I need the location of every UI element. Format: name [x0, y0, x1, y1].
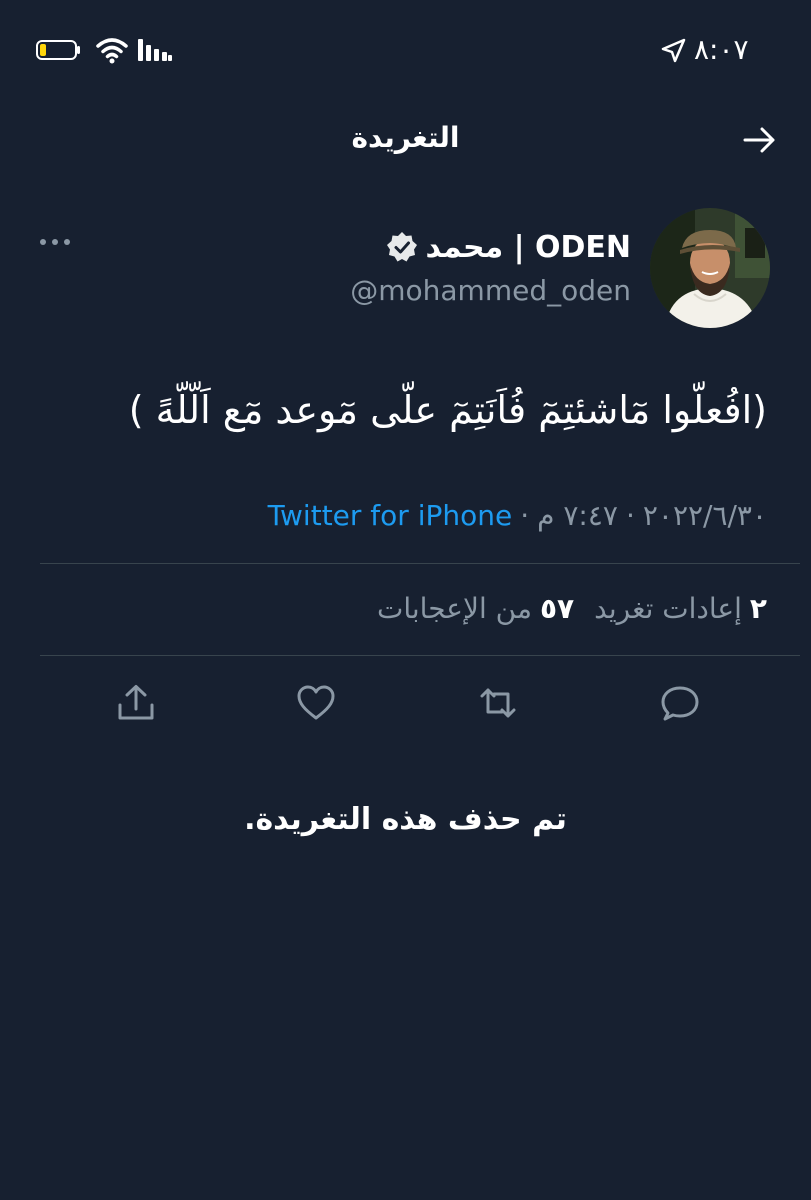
page-title: التغريدة	[351, 121, 460, 154]
share-icon[interactable]	[116, 683, 156, 723]
likes-count[interactable]: ٥٧	[540, 592, 574, 625]
verified-badge-icon	[386, 232, 417, 262]
tweet-stats: ٢ إعادات تغريد ٥٧ من الإعجابات	[377, 585, 767, 631]
deleted-tweet-message: تم حذف هذه التغريدة.	[244, 802, 567, 837]
avatar-image	[650, 208, 770, 328]
author-name-row[interactable]: محمد | ODEN	[386, 224, 632, 270]
meta-separator: ·	[625, 498, 635, 532]
avatar[interactable]	[650, 208, 770, 328]
wifi-icon	[96, 38, 128, 64]
author-handle[interactable]: @mohammed_oden	[350, 270, 631, 312]
location-icon	[661, 38, 686, 63]
tweet-source-link[interactable]: Twitter for iPhone	[268, 499, 513, 532]
battery-icon	[36, 40, 80, 60]
tweet-time: ٧:٤٧ م	[537, 498, 618, 532]
divider	[40, 563, 800, 564]
tweet-text: (افُعلّوا مٓاشئتِمٓ فُاَنَتِمٓ علّى مٓوع…	[128, 388, 767, 432]
tweet-date: ٢٠٢٢/٦/٣٠	[642, 498, 767, 532]
retweet-icon[interactable]	[478, 683, 518, 723]
author-display-name: محمد | ODEN	[425, 229, 632, 265]
likes-label[interactable]: من الإعجابات	[377, 592, 532, 625]
arrow-right-icon[interactable]	[742, 124, 778, 156]
retweets-label[interactable]: إعادات تغريد	[594, 592, 742, 625]
divider	[40, 655, 800, 656]
status-bar: ٨:٠٧	[0, 0, 811, 100]
signal-icon	[138, 39, 172, 61]
more-options-icon[interactable]	[38, 232, 72, 252]
meta-separator: ·	[520, 498, 530, 532]
reply-icon[interactable]	[660, 683, 700, 723]
like-icon[interactable]	[296, 683, 336, 723]
retweets-count[interactable]: ٢	[750, 592, 767, 625]
status-time: ٨:٠٧	[694, 33, 749, 66]
tweet-meta: Twitter for iPhone · ٧:٤٧ م · ٢٠٢٢/٦/٣٠	[268, 492, 767, 538]
